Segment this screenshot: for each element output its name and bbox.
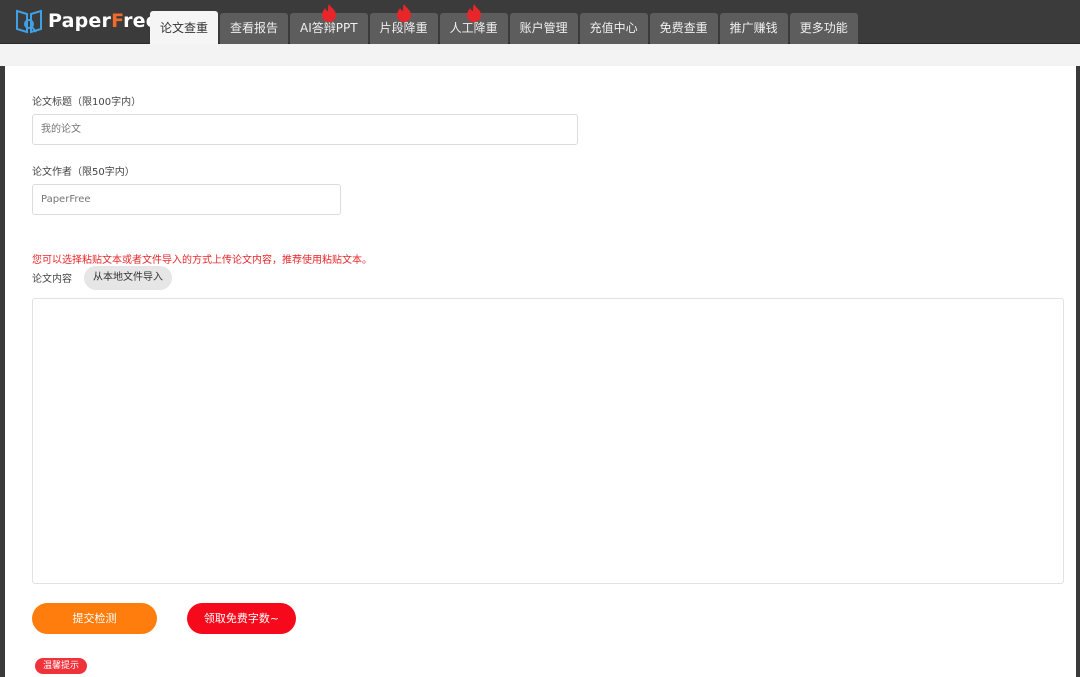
- claim-free-words-button[interactable]: 领取免费字数~: [187, 603, 296, 634]
- paperfree-logo[interactable]: PaperFree: [14, 6, 159, 36]
- tab-label: 推广赚钱: [729, 21, 778, 35]
- title-input[interactable]: [32, 114, 578, 145]
- upload-notice: 您可以选择粘贴文本或者文件导入的方式上传论文内容，推荐使用粘贴文本。: [32, 255, 372, 266]
- hot-flame-icon: [321, 4, 336, 22]
- page-border-right: [1076, 66, 1080, 677]
- page-top-strip: [0, 44, 1080, 66]
- tab-label: 充值中心: [589, 21, 638, 35]
- paper-check-page: 论文标题（限100字内） 论文作者（限50字内） 您可以选择粘贴文本或者文件导入…: [0, 44, 1080, 677]
- tab-0[interactable]: 论文查重: [150, 11, 219, 44]
- tab-label: 查看报告: [230, 21, 279, 35]
- hot-flame-icon: [396, 4, 411, 22]
- content-label: 论文内容: [32, 274, 72, 285]
- tab-4[interactable]: 人工降重: [439, 4, 508, 44]
- top-navigation-bar: PaperFree 论文查重 查看报告 AI答辩PPT 片段降重 人工降重 账户管理 充值中…: [0, 0, 1080, 44]
- tab-8[interactable]: 推广赚钱: [719, 13, 788, 44]
- tip-badge: 温馨提示: [35, 658, 88, 674]
- author-input[interactable]: [32, 184, 341, 215]
- tab-3[interactable]: 片段降重: [369, 4, 438, 44]
- tab-label: 片段降重: [379, 21, 428, 35]
- logo-text: PaperFree: [48, 10, 159, 32]
- tab-label: 免费查重: [659, 21, 708, 35]
- tab-7[interactable]: 免费查重: [649, 13, 718, 44]
- import-file-button[interactable]: 从本地文件导入: [84, 266, 172, 290]
- tab-label: 人工降重: [449, 21, 498, 35]
- tab-6[interactable]: 充值中心: [579, 13, 648, 44]
- hot-flame-icon: [466, 4, 481, 22]
- tab-label: 账户管理: [519, 21, 568, 35]
- submit-check-button[interactable]: 提交检测: [32, 603, 157, 634]
- page-border-left: [0, 66, 5, 677]
- tab-label: 更多功能: [799, 21, 848, 35]
- tab-2[interactable]: AI答辩PPT: [290, 4, 368, 44]
- tab-label: 论文查重: [160, 21, 209, 35]
- content-textarea[interactable]: [32, 298, 1064, 584]
- book-icon: [16, 9, 42, 34]
- tab-1[interactable]: 查看报告: [220, 13, 289, 44]
- title-label: 论文标题（限100字内）: [32, 97, 142, 108]
- author-label: 论文作者（限50字内）: [32, 167, 135, 178]
- tab-9[interactable]: 更多功能: [789, 13, 858, 44]
- main-tabs: 论文查重 查看报告 AI答辩PPT 片段降重 人工降重 账户管理 充值中心 免费查重 推广赚钱 更…: [150, 4, 860, 44]
- tab-5[interactable]: 账户管理: [509, 13, 578, 44]
- tab-label: AI答辩PPT: [300, 21, 358, 35]
